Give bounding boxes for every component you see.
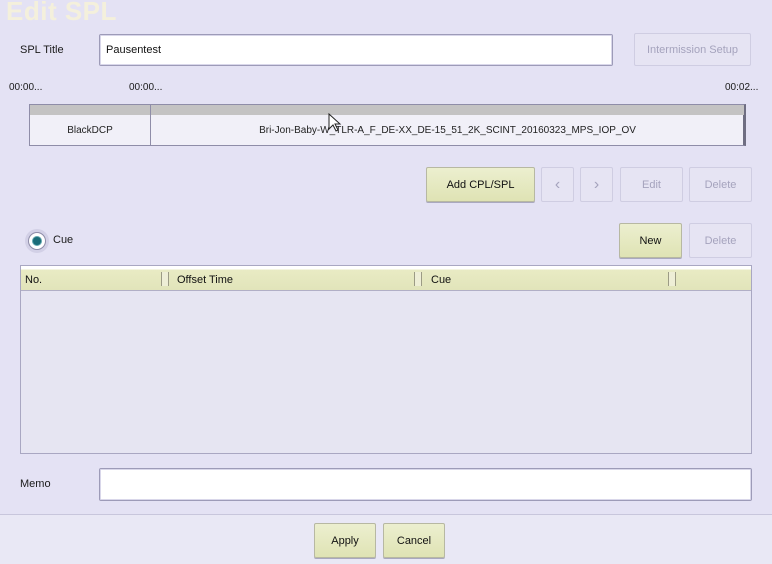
column-resize-handle[interactable] [161,272,169,286]
segment-label: BlackDCP [67,124,113,136]
delete-cpl-button[interactable]: Delete [689,167,752,202]
timeline-marker-time: 00:00... [129,82,163,93]
segment-bar [30,105,150,115]
spl-title-input[interactable]: Pausentest [99,34,613,66]
move-left-button[interactable]: ‹ [541,167,574,202]
intermission-setup-button[interactable]: Intermission Setup [634,33,751,66]
chevron-left-icon: ‹ [554,175,561,193]
add-cpl-spl-button[interactable]: Add CPL/SPL [426,167,535,202]
radio-selected-icon [28,232,46,250]
spl-title-label: SPL Title [20,44,64,56]
segment-bar [151,105,744,115]
column-header-cue[interactable]: Cue [427,266,681,290]
timeline-start-time: 00:00... [9,82,43,93]
cancel-button[interactable]: Cancel [383,523,445,558]
column-resize-handle[interactable] [668,272,676,286]
cue-radio-label: Cue [53,234,74,246]
move-right-button[interactable]: › [580,167,613,202]
column-header-offset-time[interactable]: Offset Time [173,266,427,290]
edit-button[interactable]: Edit [620,167,683,202]
timeline-segment[interactable]: Bri-Jon-Baby-W_TLR-A_F_DE-XX_DE-15_51_2K… [151,105,744,145]
cue-radio[interactable] [28,232,46,250]
segment-label: Bri-Jon-Baby-W_TLR-A_F_DE-XX_DE-15_51_2K… [259,124,636,136]
column-header-no[interactable]: No. [21,266,173,290]
dialog-title: Edit SPL [6,0,117,26]
mouse-cursor-icon [328,113,342,132]
memo-input[interactable] [99,468,752,501]
timeline-segment[interactable]: BlackDCP [30,105,151,145]
apply-button[interactable]: Apply [314,523,376,558]
memo-label: Memo [20,478,51,490]
cue-table[interactable]: No. Offset Time Cue [20,265,752,454]
timeline-end-time: 00:02... [725,82,759,93]
cue-table-header: No. Offset Time Cue [21,266,751,291]
new-cue-button[interactable]: New [619,223,682,258]
playlist-timeline[interactable]: BlackDCP Bri-Jon-Baby-W_TLR-A_F_DE-XX_DE… [29,104,746,146]
column-resize-handle[interactable] [414,272,422,286]
chevron-right-icon: › [593,175,600,193]
delete-cue-button[interactable]: Delete [689,223,752,258]
